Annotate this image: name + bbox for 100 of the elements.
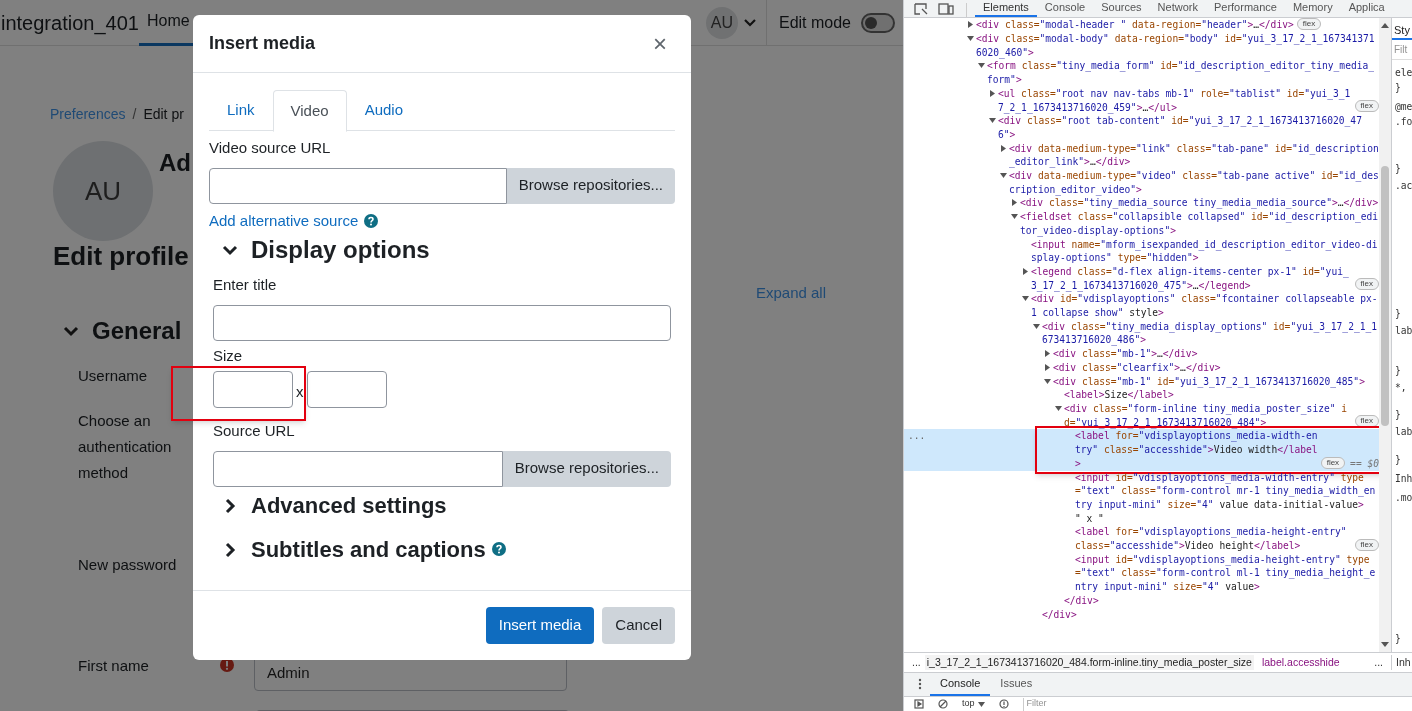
page-heading: Edit profile: [53, 240, 189, 273]
field-label: Choose an authentication method: [78, 410, 173, 483]
help-icon: [364, 213, 379, 228]
layout-badge[interactable]: flex: [1320, 456, 1346, 469]
section-heading[interactable]: Subtitles and captions: [251, 533, 486, 566]
field-label: Source URL: [213, 421, 295, 441]
section-heading[interactable]: General: [92, 312, 182, 349]
style-rule-text: }: [1394, 408, 1402, 421]
browse-repositories-button[interactable]: Browse repositories...: [502, 450, 671, 487]
style-rule-text: }: [1394, 162, 1402, 175]
tab[interactable]: Link: [209, 90, 273, 131]
size-separator: x: [296, 382, 304, 403]
styles-filter-field[interactable]: Filt: [1392, 40, 1412, 60]
code-line[interactable]: <div class="modal-header " data-region="header">…</div>: [976, 18, 1294, 32]
layout-badge[interactable]: flex: [1354, 278, 1379, 291]
tab[interactable]: Video: [272, 90, 347, 132]
styles-tab[interactable]: Sty: [1392, 18, 1412, 40]
scrollbar-thumb[interactable]: [1381, 166, 1389, 426]
style-rule-text: }: [1394, 307, 1402, 320]
code-line[interactable]: <div class="tiny_media_display_options" id="yui_3_17_2_1_1673413716020_486">: [1042, 319, 1379, 348]
browse-repositories-button[interactable]: Browse repositories...: [506, 167, 675, 204]
title-field[interactable]: [213, 304, 671, 341]
style-rule-text: }: [1394, 81, 1402, 94]
edit-mode-label: Edit mode: [778, 12, 851, 33]
caret-icon: [743, 18, 756, 27]
code-line[interactable]: <div class="clearfix">…</div>: [1053, 360, 1221, 375]
url-field[interactable]: [213, 450, 503, 487]
code-line[interactable]: <fieldset class="collapsible collapsed" id="id_description_editor_video-display-options">: [1020, 210, 1379, 238]
style-rule-text: .ac: [1394, 179, 1412, 192]
more-options-icon: [918, 678, 922, 690]
code-line[interactable]: <div class="root tab-content" id="yui_3_17_2_1_1673413716020_476">: [998, 114, 1379, 142]
overflow-dots[interactable]: ...: [904, 654, 925, 671]
code-line[interactable]: <label>Size</label>: [1064, 388, 1174, 402]
code-line[interactable]: <div data-medium-type="link" class="tab-pane" id="id_description_editor_link">…</div>: [1009, 141, 1379, 170]
code-line[interactable]: <div data-medium-type="video" class="tab-pane active" id="id_description_editor_video">: [1009, 169, 1379, 197]
scroll-up-icon: [1381, 22, 1389, 28]
user-name: Ad: [159, 148, 191, 178]
pane-tab[interactable]: Inh: [1391, 654, 1412, 671]
collapsible-section[interactable]: Advanced settings: [209, 488, 675, 523]
devtools-tab[interactable]: Elements: [975, 0, 1037, 17]
style-rule-text: ele: [1394, 66, 1412, 79]
breadcrumb-item[interactable]: label.accesshide: [1253, 654, 1348, 671]
devtools-tab[interactable]: Console: [1036, 0, 1094, 17]
console-reference: == $0: [1350, 456, 1379, 471]
breadcrumb-item: Edit pr: [143, 104, 184, 124]
field-label: Size: [213, 345, 243, 366]
url-field[interactable]: [209, 167, 507, 204]
scroll-down-icon: [1381, 642, 1389, 648]
layout-badge[interactable]: flex: [1354, 538, 1379, 551]
width-field[interactable]: [213, 371, 293, 408]
tab[interactable]: Audio: [346, 90, 421, 131]
gutter-dots: ...: [908, 429, 926, 444]
section-heading[interactable]: Display options: [251, 232, 430, 268]
breadcrumb-item[interactable]: i_3_17_2_1_1673413716020_484.form-inline.tiny_media_poster_size: [924, 654, 1254, 671]
devtools-tab[interactable]: Sources: [1093, 0, 1150, 17]
devtools-tab[interactable]: Network: [1149, 0, 1206, 17]
drawer-tab[interactable]: Console: [930, 673, 991, 696]
devtools-tab[interactable]: Memory: [1284, 0, 1341, 17]
code-line[interactable]: <input name="mform_isexpanded_id_description_editor_video-display-options" type="hidden">: [1031, 237, 1379, 265]
code-line[interactable]: <label for="vdisplayoptions_media-height-entry" class="accesshide">Video height</label>: [1075, 525, 1352, 553]
code-line[interactable]: <ul class="root nav nav-tabs mb-1" role="tablist" id="yui_3_17_2_1_1673413716020_459">…</ul>: [998, 86, 1352, 115]
cancel-button[interactable]: Cancel: [602, 607, 675, 644]
height-field[interactable]: [306, 371, 387, 408]
code-line[interactable]: <div class="modal-body" data-region="body" id="yui_3_17_2_1_1673413716020_460">: [976, 32, 1379, 60]
code-line[interactable]: <form class="tiny_media_form" id="id_description_editor_tiny_media_form">: [987, 59, 1379, 87]
code-line[interactable]: </div>: [1064, 593, 1099, 608]
code-line[interactable]: <div class="mb-1">…</div>: [1053, 347, 1198, 361]
code-line[interactable]: <label for="vdisplayoptions_media-width-entry" class="accesshide">Video width</label>: [1075, 429, 1318, 471]
code-line[interactable]: <input id="vdisplayoptions_media-height-entry" type="text" class="form-control ml-1 tiny_media_height_entry input-mini" size="4" value>: [1075, 552, 1379, 594]
code-line[interactable]: <input id="vdisplayoptions_media-width-entry" type="text" class="form-control mr-1 tiny_media_width_entry input-mini" size="4" value data-initial-value>: [1075, 470, 1379, 512]
style-rule-text: lab: [1394, 324, 1412, 337]
site-name[interactable]: integration_401: [1, 7, 139, 38]
devtools-tab[interactable]: Performance: [1205, 0, 1285, 17]
code-line[interactable]: <div class="form-inline tiny_media_poster_size" id="yui_3_17_2_1_1673413716020_484">: [1064, 402, 1352, 430]
drawer-tab[interactable]: Issues: [990, 673, 1043, 696]
code-line[interactable]: <div class="tiny_media_source tiny_media_media_source">…</div>: [1020, 196, 1379, 211]
code-line[interactable]: </div>: [1042, 607, 1077, 622]
layout-badge[interactable]: flex: [1296, 18, 1322, 30]
console-filter-field[interactable]: Filter: [1022, 697, 1412, 711]
device-toolbar-icon: [938, 3, 954, 15]
style-rule-text: lab: [1394, 425, 1412, 438]
code-line[interactable]: <div class="mb-1" id="yui_3_17_2_1_1673413716020_485">: [1053, 374, 1365, 389]
sidebar-toggle-icon: [914, 699, 924, 709]
style-rule-text: *,: [1394, 381, 1408, 394]
layout-badge[interactable]: flex: [1354, 100, 1379, 113]
insert-media-button[interactable]: Insert media: [485, 607, 595, 644]
style-rule-text: @me: [1394, 100, 1412, 113]
layout-badge[interactable]: flex: [1354, 415, 1379, 428]
field-label: First name: [78, 655, 150, 676]
collapsible-section[interactable]: Subtitles and captions: [209, 532, 675, 567]
edit-mode-toggle[interactable]: [861, 12, 895, 33]
code-line[interactable]: " x ": [1075, 511, 1104, 526]
close-button[interactable]: ×: [653, 31, 675, 56]
code-line[interactable]: <div id="vdisplayoptions" class="fcontainer collapseable px-1 collapse show" style>: [1031, 292, 1379, 320]
section-heading[interactable]: Advanced settings: [251, 489, 447, 522]
add-alternative-source-link[interactable]: Add alternative source: [209, 209, 359, 232]
overflow-dots[interactable]: ...: [1366, 654, 1391, 671]
context-selector[interactable]: top: [962, 697, 975, 711]
code-line[interactable]: <legend class="d-flex align-items-center px-1" id="yui_3_17_2_1_1673413716020_475">…</legend>: [1031, 264, 1352, 293]
devtools-tab[interactable]: Applica: [1340, 0, 1393, 17]
